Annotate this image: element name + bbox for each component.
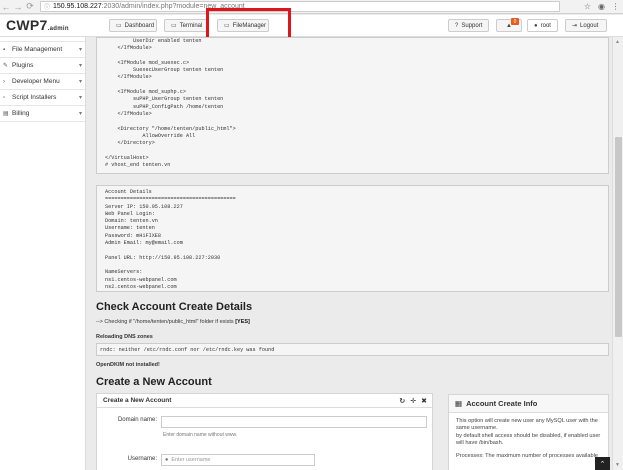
address-bar[interactable]: ⓘ 150.95.108.227 :2030/admin/index.php?m…	[40, 1, 560, 12]
domain-help-text: Enter domain name without www.	[163, 432, 238, 438]
account-create-info-panel: ▦ Account Create Info This option will c…	[448, 394, 609, 470]
sidebar: ▪ File Management ▾ ✎ Plugins ▾ › Develo…	[0, 37, 86, 470]
support-button[interactable]: ? Support	[448, 19, 489, 32]
chevron-down-icon: ▾	[78, 63, 82, 69]
scroll-down-icon[interactable]: ▼	[615, 462, 620, 468]
folder-check-line: --> Checking if "/home/tenten/public_htm…	[96, 319, 250, 325]
browser-toolbar: ← → ⟳ ⓘ 150.95.108.227 :2030/admin/index…	[0, 0, 623, 14]
dashboard-button[interactable]: ▭ Dashboard	[109, 19, 157, 32]
page-scrollbar[interactable]: ▲ ▼	[612, 37, 623, 470]
domain-input[interactable]	[161, 416, 427, 428]
expand-icon[interactable]: ✛	[410, 397, 416, 405]
chevron-up-icon: ⌃	[599, 460, 606, 468]
sidebar-item-plugins[interactable]: ✎ Plugins ▾	[0, 58, 85, 74]
close-icon[interactable]: ✖	[421, 397, 427, 405]
username-input[interactable]: ● Enter username	[161, 454, 315, 466]
rndc-output: rndc: neither /etc/rndc.conf nor /etc/rn…	[96, 343, 609, 356]
billing-icon: ▤	[3, 111, 9, 117]
account-details-output: Account Details ========================…	[96, 185, 609, 292]
file-icon: ▪	[3, 46, 6, 53]
code-icon: ›	[3, 78, 5, 85]
check-section-title: Check Account Create Details	[96, 301, 253, 313]
profile-icon[interactable]: ◉	[596, 1, 607, 12]
vhost-config-output: UserDir enabled tenten </IfModule> <IfMo…	[96, 37, 609, 174]
user-menu[interactable]: ● root	[527, 19, 558, 32]
sidebar-item-file-management[interactable]: ▪ File Management ▾	[0, 42, 85, 58]
user-icon: ●	[534, 22, 538, 29]
username-label: Username:	[127, 456, 157, 462]
scrollbar-thumb[interactable]	[615, 137, 622, 337]
chevron-down-icon: ▾	[78, 111, 82, 117]
chevron-down-icon: ▾	[78, 95, 82, 101]
back-to-top-button[interactable]: ⌃	[595, 457, 610, 470]
logout-button[interactable]: ⇥ Logout	[565, 19, 607, 32]
cwp-logo[interactable]: CWP7.admin	[6, 17, 69, 33]
installer-icon: ▫	[3, 94, 6, 101]
back-icon[interactable]: ←	[0, 1, 12, 13]
user-icon: ●	[165, 457, 169, 463]
sidebar-item-developer-menu[interactable]: › Developer Menu ▾	[0, 74, 85, 90]
bookmark-star-icon[interactable]: ☆	[582, 1, 593, 12]
info-icon: ⓘ	[44, 5, 51, 11]
dkim-status: OpenDKIM not installed!	[96, 362, 160, 368]
sidebar-item-script-installers[interactable]: ▫ Script Installers ▾	[0, 90, 85, 106]
terminal-button[interactable]: ▭ Terminal	[164, 19, 208, 32]
plugin-icon: ✎	[3, 63, 9, 69]
panel-header: Create a New Account ↻ ✛ ✖	[97, 394, 432, 408]
scroll-up-icon[interactable]: ▲	[615, 39, 620, 45]
url-host: 150.95.108.227	[53, 3, 102, 10]
app-header: CWP7.admin ▭ Dashboard ▭ Terminal ▭ File…	[0, 15, 623, 37]
info-panel-header: ▦ Account Create Info	[449, 395, 608, 413]
forward-icon[interactable]: →	[12, 1, 24, 13]
menu-icon[interactable]: ⋮	[610, 1, 621, 12]
chevron-down-icon: ▾	[78, 79, 82, 85]
domain-label: Domain name:	[117, 417, 157, 423]
create-account-panel: Create a New Account ↻ ✛ ✖ Domain name: …	[96, 393, 433, 470]
logout-icon: ⇥	[572, 23, 578, 29]
question-icon: ?	[455, 22, 459, 29]
info-panel-text: This option will create new user any MyS…	[456, 418, 601, 459]
reload-icon[interactable]: ⟳	[24, 1, 36, 13]
terminal-icon: ▭	[171, 23, 177, 29]
refresh-icon[interactable]: ↻	[399, 397, 405, 405]
chevron-down-icon: ▾	[78, 47, 82, 53]
create-section-title: Create a New Account	[96, 376, 212, 388]
sidebar-item-billing[interactable]: ▤ Billing ▾	[0, 106, 85, 122]
notification-count-badge: 0	[511, 18, 519, 25]
list-icon: ▦	[455, 399, 463, 408]
main-content: UserDir enabled tenten </IfModule> <IfMo…	[90, 37, 610, 470]
reloading-dns-label: Reloading DNS zones	[96, 334, 153, 340]
monitor-icon: ▭	[116, 23, 122, 29]
